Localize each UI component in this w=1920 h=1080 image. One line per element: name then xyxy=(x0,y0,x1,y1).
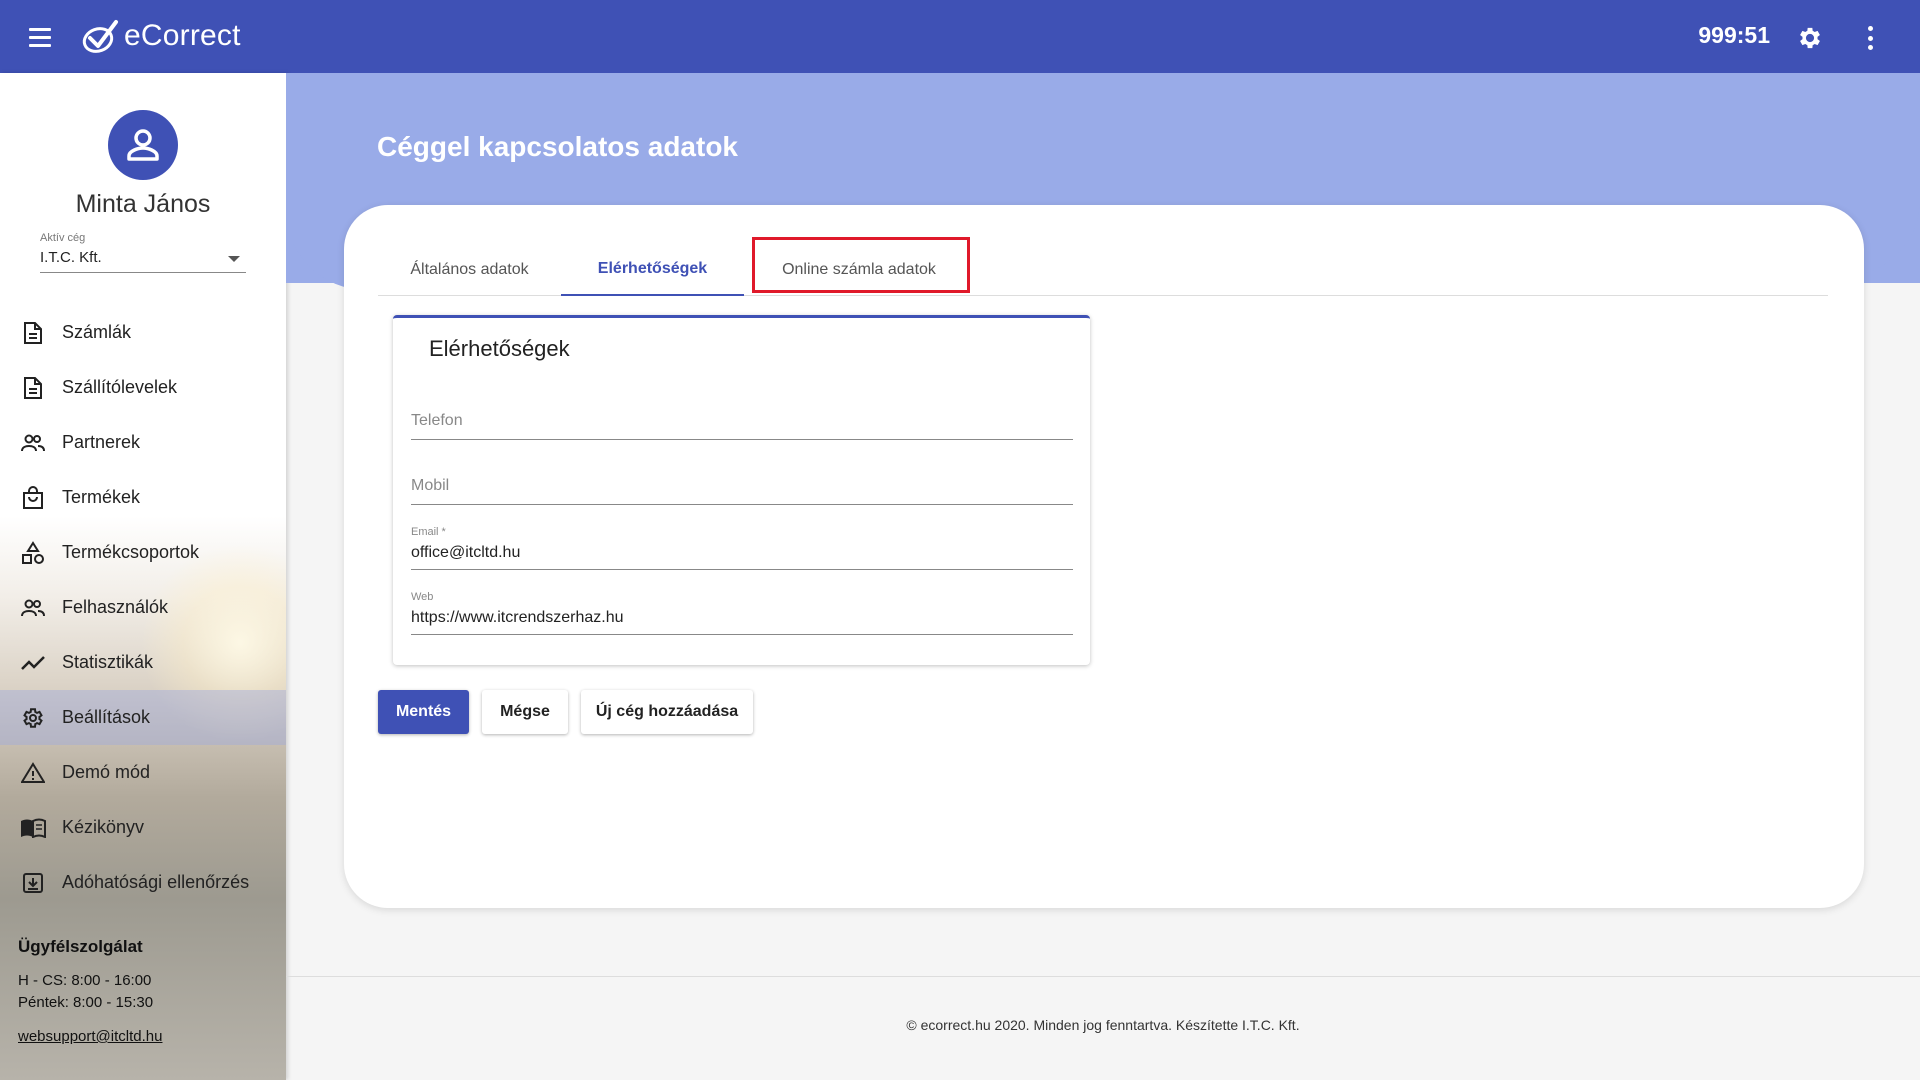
save-button[interactable]: Mentés xyxy=(378,690,469,734)
sidebar-item-statisztikak[interactable]: Statisztikák xyxy=(0,635,286,690)
top-app-bar: eCorrect 999:51 xyxy=(0,0,1920,73)
web-field[interactable]: Web https://www.itcrendszerhaz.hu xyxy=(411,589,1073,635)
footer-copyright: © ecorrect.hu 2020. Minden jog fenntartv… xyxy=(906,1017,1300,1033)
sidebar-item-label: Kézikönyv xyxy=(62,817,145,837)
gear-icon xyxy=(20,705,46,731)
sidebar-item-label: Termékcsoportok xyxy=(62,542,200,562)
sidebar-item-partnerek[interactable]: Partnerek xyxy=(0,415,286,470)
tab-elerhetosegek[interactable]: Elérhetőségek xyxy=(561,244,744,296)
document-icon xyxy=(20,320,46,346)
sidebar: Minta János Aktív cég I.T.C. Kft. Számlá… xyxy=(0,73,286,1080)
sidebar-nav: Számlák Szállítólevelek Partnerek Termék… xyxy=(0,305,286,910)
tab-bar: Általános adatok Elérhetőségek Online sz… xyxy=(378,244,1828,296)
footer-divider xyxy=(286,976,1920,977)
warning-icon xyxy=(20,760,46,786)
avatar[interactable] xyxy=(108,110,178,180)
phone-field[interactable]: Telefon xyxy=(411,394,1073,440)
sidebar-item-termekcsoportok[interactable]: Termékcsoportok xyxy=(0,525,286,580)
email-value: office@itcltd.hu xyxy=(411,544,521,561)
session-timer: 999:51 xyxy=(1698,22,1770,48)
book-icon xyxy=(20,815,46,841)
mobile-placeholder: Mobil xyxy=(411,477,450,494)
sidebar-item-label: Adóhatósági ellenőrzés xyxy=(62,872,250,892)
app-logo[interactable]: eCorrect xyxy=(80,16,241,56)
web-value: https://www.itcrendszerhaz.hu xyxy=(411,609,624,626)
document-icon xyxy=(20,375,46,401)
sidebar-item-label: Beállítások xyxy=(62,707,151,727)
shapes-icon xyxy=(20,540,46,566)
trend-line-icon xyxy=(20,650,46,676)
sidebar-item-szamlak[interactable]: Számlák xyxy=(0,305,286,360)
company-select-value: I.T.C. Kft. xyxy=(40,249,102,266)
cancel-button[interactable]: Mégse xyxy=(482,690,568,734)
gear-icon[interactable] xyxy=(1796,24,1824,52)
tab-online-szamla-adatok[interactable]: Online számla adatok xyxy=(751,244,967,296)
sidebar-item-beallitasok[interactable]: Beállítások xyxy=(0,690,286,745)
shopping-bag-icon xyxy=(20,485,46,511)
support-hours-weekdays: H - CS: 8:00 - 16:00 xyxy=(18,972,152,989)
email-label: Email * xyxy=(411,526,446,538)
people-icon xyxy=(20,430,46,456)
company-label: Aktív cég xyxy=(40,232,86,244)
sidebar-item-label: Felhasználók xyxy=(62,597,169,617)
sidebar-item-label: Szállítólevelek xyxy=(62,377,178,397)
sidebar-item-demo-mod[interactable]: Demó mód xyxy=(0,745,286,800)
mobile-field[interactable]: Mobil xyxy=(411,459,1073,505)
sidebar-item-kezikonyv[interactable]: Kézikönyv xyxy=(0,800,286,855)
people-icon xyxy=(20,595,46,621)
support-email-link[interactable]: websupport@itcltd.hu xyxy=(18,1028,162,1045)
phone-placeholder: Telefon xyxy=(411,412,463,429)
add-company-button[interactable]: Új cég hozzáadása xyxy=(581,690,753,734)
sidebar-item-label: Partnerek xyxy=(62,432,141,452)
section-title: Elérhetőségek xyxy=(429,336,570,361)
support-title: Ügyfélszolgálat xyxy=(18,937,143,956)
kebab-menu-icon[interactable] xyxy=(1864,26,1876,50)
sidebar-item-termekek[interactable]: Termékek xyxy=(0,470,286,525)
user-name: Minta János xyxy=(75,190,211,218)
contact-section-card: Elérhetőségek Telefon Mobil Email * offi… xyxy=(393,315,1090,665)
sidebar-item-label: Termékek xyxy=(62,487,141,507)
hamburger-menu-icon[interactable] xyxy=(24,22,58,52)
sidebar-item-label: Számlák xyxy=(62,322,132,342)
chevron-down-icon xyxy=(228,256,240,262)
sidebar-item-label: Statisztikák xyxy=(62,652,154,672)
page-title: Céggel kapcsolatos adatok xyxy=(377,131,739,162)
support-hours-friday: Péntek: 8:00 - 15:30 xyxy=(18,994,154,1011)
sidebar-item-adohatosagi-ellenorzes[interactable]: Adóhatósági ellenőrzés xyxy=(0,855,286,910)
sidebar-item-felhasznalok[interactable]: Felhasználók xyxy=(0,580,286,635)
sidebar-item-szallitolevelek[interactable]: Szállítólevelek xyxy=(0,360,286,415)
logo-check-icon xyxy=(82,20,118,53)
company-select[interactable]: I.T.C. Kft. xyxy=(40,247,246,273)
tab-altalanos-adatok[interactable]: Általános adatok xyxy=(378,244,561,296)
web-label: Web xyxy=(411,591,434,603)
archive-download-icon xyxy=(20,870,46,896)
sidebar-item-label: Demó mód xyxy=(62,762,151,782)
email-field[interactable]: Email * office@itcltd.hu xyxy=(411,524,1073,570)
app-name: eCorrect xyxy=(124,19,241,52)
user-icon xyxy=(127,129,159,161)
